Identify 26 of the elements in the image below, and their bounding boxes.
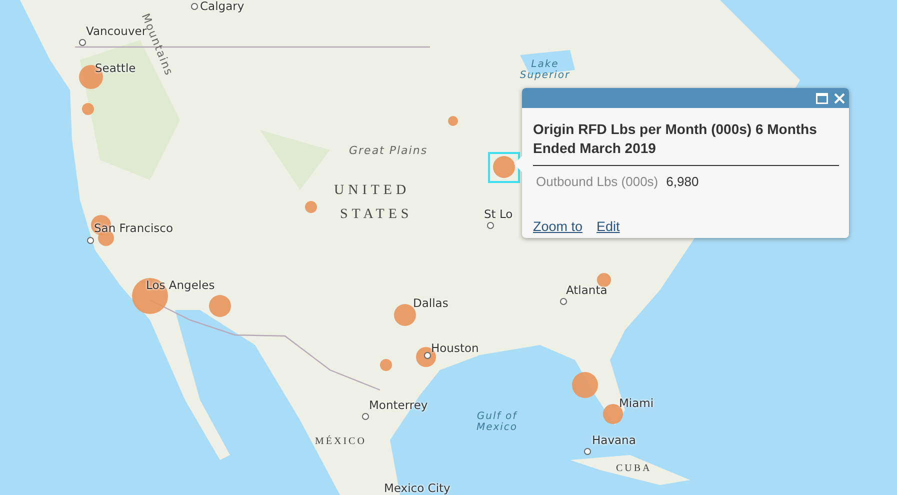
map-label: CUBA: [616, 463, 652, 474]
map-label: Miami: [619, 397, 654, 410]
map-label: MÉXICO: [315, 436, 366, 447]
popup-title: Origin RFD Lbs per Month (000s) 6 Months Ended March 2019: [533, 120, 818, 158]
field-value: 6,980: [666, 174, 699, 189]
close-icon[interactable]: [834, 92, 845, 104]
city-dot: [424, 352, 431, 359]
map-label: Los Angeles: [146, 279, 215, 292]
map-label: St Lo: [484, 208, 513, 221]
map-label: Monterrey: [369, 399, 428, 412]
map-label: Gulf of Mexico: [475, 411, 519, 433]
field-label: Outbound Lbs (000s): [535, 174, 658, 189]
maximize-icon[interactable]: [816, 92, 828, 104]
map-label: UNITED: [334, 183, 410, 198]
map-label: Great Plains: [349, 145, 428, 158]
map-label: Houston: [431, 342, 479, 355]
popup-link[interactable]: Zoom to: [533, 219, 583, 234]
popup-link[interactable]: Edit: [596, 219, 620, 234]
map-label: Calgary: [200, 0, 244, 13]
map-label: Mexico City: [384, 482, 450, 495]
map-label: Dallas: [413, 297, 448, 310]
map-label: Lake Superior: [518, 59, 572, 81]
map-label: STATES: [340, 207, 413, 222]
map-label: Havana: [592, 434, 636, 447]
map-label: Atlanta: [566, 284, 608, 297]
selection-highlight: [488, 152, 520, 183]
